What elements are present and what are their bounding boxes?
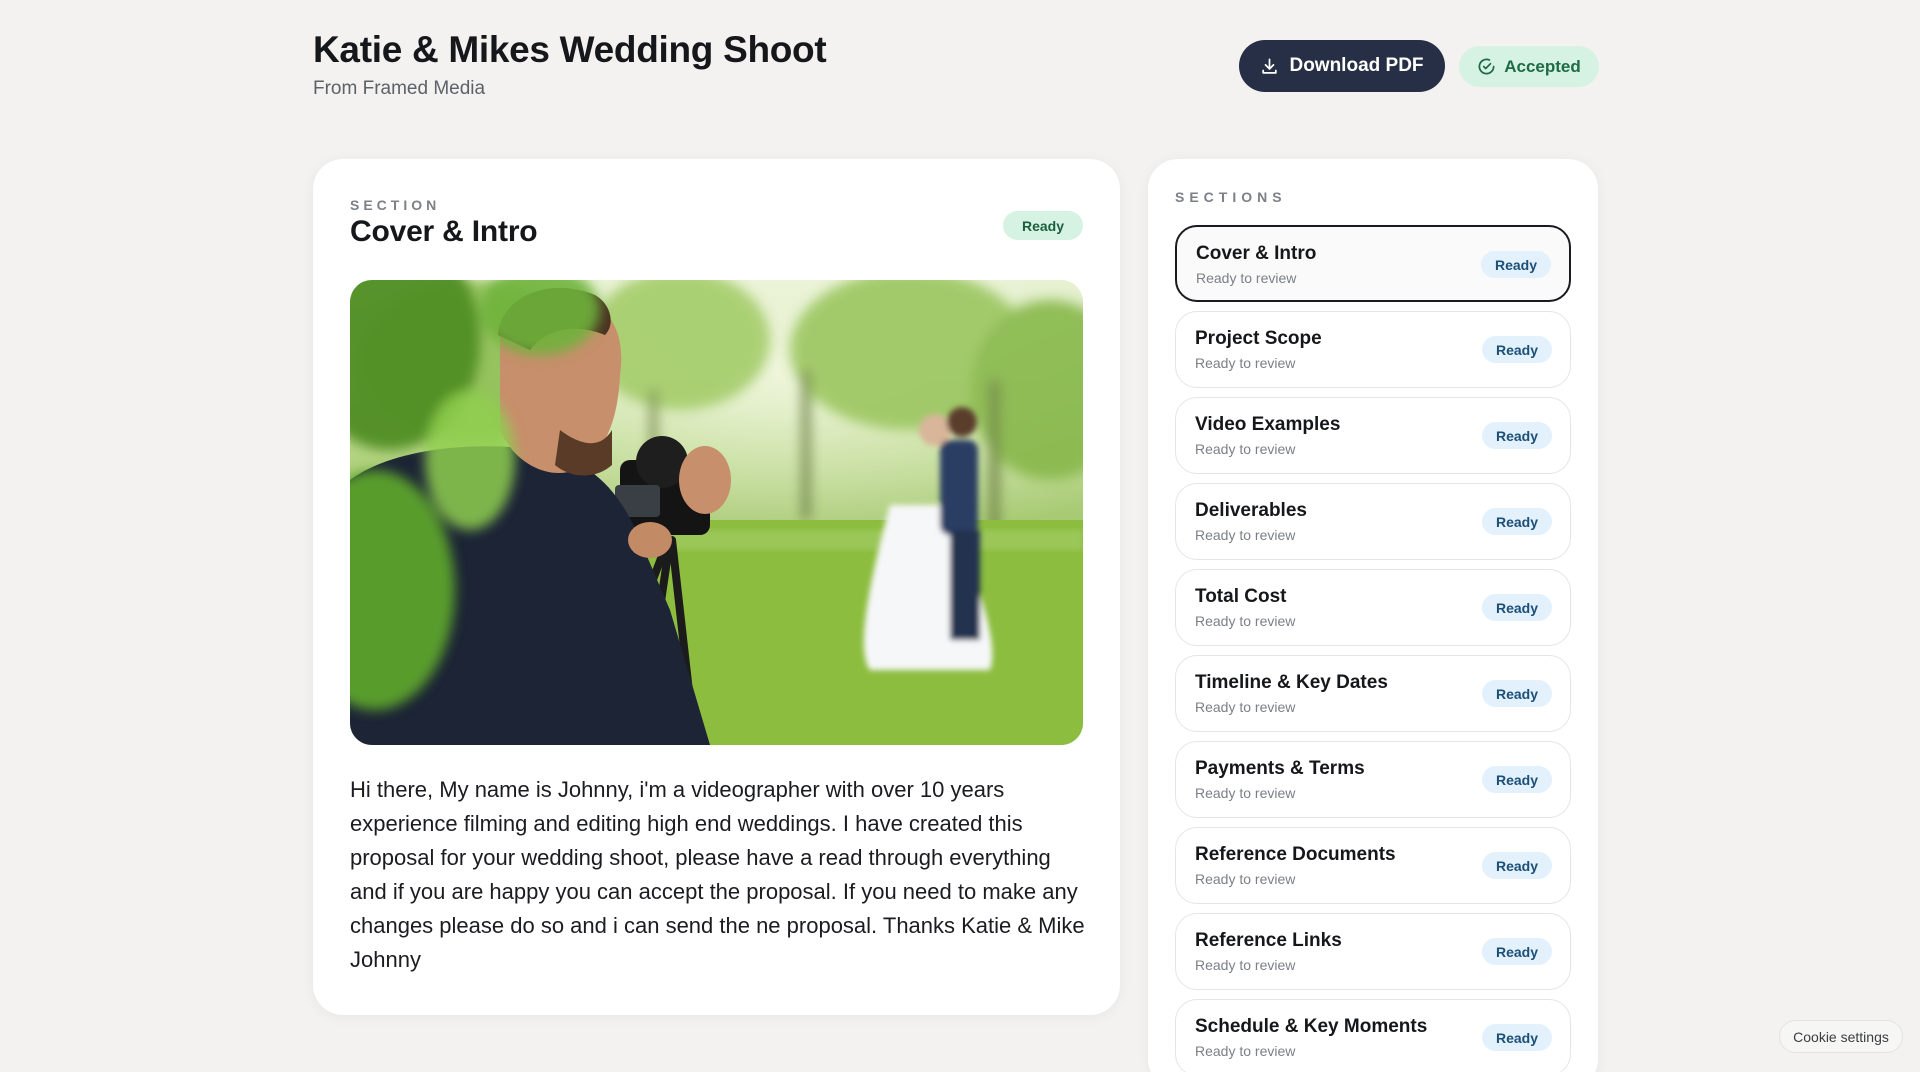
section-status-badge: Ready [1003,211,1083,240]
sidebar-item-subtitle: Ready to review [1195,441,1296,457]
proposal-page: Katie & Mikes Wedding Shoot From Framed … [0,0,1920,1072]
sidebar-item-subtitle: Ready to review [1196,270,1297,286]
section-eyebrow: SECTION [350,197,441,213]
cookie-settings-button[interactable]: Cookie settings [1779,1020,1903,1053]
status-badge: Ready [1482,594,1552,621]
accepted-label: Accepted [1504,56,1581,76]
status-badge: Ready [1482,852,1552,879]
download-pdf-label: Download PDF [1289,55,1424,76]
sidebar-item-video-examples[interactable]: Video Examples Ready to review Ready [1175,397,1571,474]
status-badge: Ready [1482,336,1552,363]
status-badge: Ready [1482,766,1552,793]
sidebar-item-subtitle: Ready to review [1195,1043,1296,1059]
sidebar-item-title: Total Cost [1195,586,1287,607]
sections-list: Cover & Intro Ready to review Ready Proj… [1175,225,1571,1072]
sidebar-item-reference-links[interactable]: Reference Links Ready to review Ready [1175,913,1571,990]
status-badge: Ready [1482,1024,1552,1051]
sidebar-item-total-cost[interactable]: Total Cost Ready to review Ready [1175,569,1571,646]
sidebar-heading: SECTIONS [1175,189,1287,205]
status-badge: Ready [1482,680,1552,707]
status-badge: Ready [1482,938,1552,965]
status-badge: Ready [1481,251,1551,278]
section-content-card: SECTION Cover & Intro Ready Hi there, My… [313,159,1120,1015]
section-title: Cover & Intro [350,215,538,248]
sidebar-item-timeline-key-dates[interactable]: Timeline & Key Dates Ready to review Rea… [1175,655,1571,732]
cover-image [350,280,1083,745]
download-pdf-button[interactable]: Download PDF [1239,40,1445,92]
status-badge: Ready [1482,422,1552,449]
sidebar-item-project-scope[interactable]: Project Scope Ready to review Ready [1175,311,1571,388]
sidebar-item-title: Schedule & Key Moments [1195,1016,1428,1037]
sidebar-item-subtitle: Ready to review [1195,957,1296,973]
sidebar-item-reference-documents[interactable]: Reference Documents Ready to review Read… [1175,827,1571,904]
sidebar-item-title: Payments & Terms [1195,758,1365,779]
sidebar-item-subtitle: Ready to review [1195,699,1296,715]
sections-sidebar: SECTIONS Cover & Intro Ready to review R… [1148,159,1598,1072]
sidebar-item-title: Video Examples [1195,414,1341,435]
sidebar-item-title: Timeline & Key Dates [1195,672,1388,693]
sidebar-item-subtitle: Ready to review [1195,527,1296,543]
status-badge: Ready [1482,508,1552,535]
download-icon [1260,57,1279,76]
sidebar-item-title: Reference Links [1195,930,1342,951]
sidebar-item-subtitle: Ready to review [1195,355,1296,371]
check-circle-icon [1477,57,1496,76]
sidebar-item-subtitle: Ready to review [1195,613,1296,629]
sidebar-item-payments-terms[interactable]: Payments & Terms Ready to review Ready [1175,741,1571,818]
page-title: Katie & Mikes Wedding Shoot [313,29,827,70]
sidebar-item-subtitle: Ready to review [1195,785,1296,801]
page-subtitle: From Framed Media [313,78,486,99]
intro-text: Hi there, My name is Johnny, i'm a video… [350,777,1085,972]
sidebar-item-title: Deliverables [1195,500,1307,521]
sidebar-item-subtitle: Ready to review [1195,871,1296,887]
sidebar-item-title: Reference Documents [1195,844,1396,865]
accepted-status-badge: Accepted [1459,46,1599,87]
sidebar-item-cover-intro[interactable]: Cover & Intro Ready to review Ready [1175,225,1571,302]
sidebar-item-deliverables[interactable]: Deliverables Ready to review Ready [1175,483,1571,560]
sidebar-item-title: Project Scope [1195,328,1322,349]
sidebar-item-title: Cover & Intro [1196,243,1317,264]
page-header: Katie & Mikes Wedding Shoot From Framed … [313,28,1599,108]
sidebar-item-schedule-key-moments[interactable]: Schedule & Key Moments Ready to review R… [1175,999,1571,1072]
